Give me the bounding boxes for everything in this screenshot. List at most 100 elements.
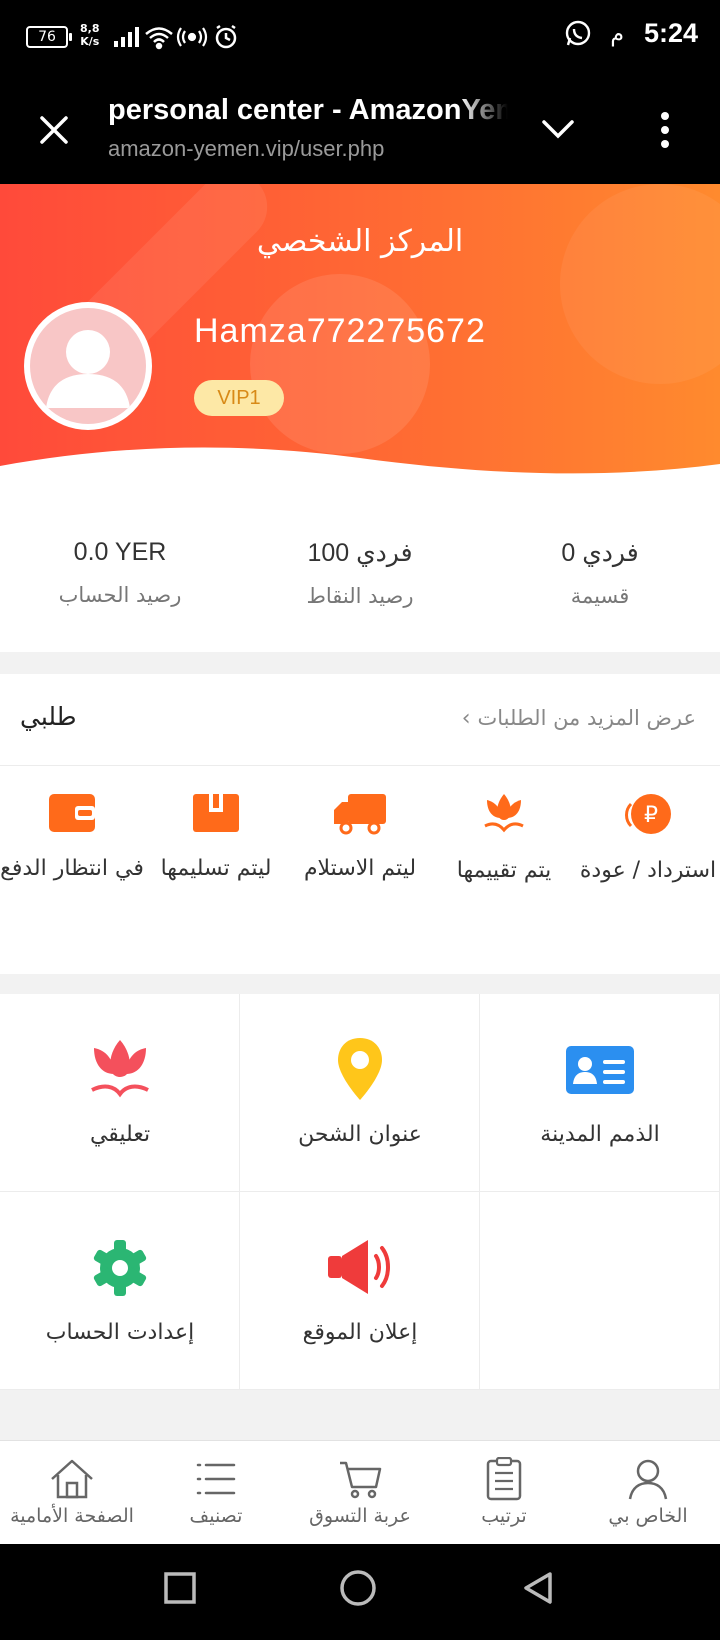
nav-label: ترتيب [481,1505,527,1527]
vip-badge: VIP1 [194,380,284,416]
feature-label: تعليقي [89,1122,151,1147]
avatar[interactable] [24,302,152,430]
nav-orders[interactable]: ترتيب [432,1441,576,1544]
feature-label: إعلان الموقع [302,1320,418,1345]
net-speed-value: 8,8 [80,22,100,35]
id-card-icon [566,1046,634,1094]
profile-header: المركز الشخصي Hamza772275672 VIP1 [0,184,720,504]
clipboard-icon [486,1457,522,1501]
user-icon [628,1459,668,1500]
truck-icon [334,794,386,835]
order-to-review[interactable]: يتم تقييمها [432,790,576,890]
account-stats: 0.0 YER رصيد الحساب فردي 100 رصيد النقاط… [0,504,720,652]
orders-title: طلبي [20,702,77,731]
box-icon [193,794,239,832]
clock: 5:24 [643,18,698,48]
order-refund-return[interactable]: ₽ استرداد / عودة [576,790,720,890]
status-bar: 76 8,8 K/s م 5:24 [0,0,720,74]
nav-category[interactable]: تصنيف [144,1441,288,1544]
nav-home[interactable]: الصفحة الأمامية [0,1441,144,1544]
user-silhouette-icon [46,330,130,408]
my-orders-section: طلبي ‹ عرض المزيد من الطلبات في انتظار ا… [0,674,720,974]
net-speed-unit: K/s [80,35,100,48]
location-pin-icon [338,1038,382,1100]
nav-label: تصنيف [189,1505,243,1527]
list-icon [196,1463,236,1495]
stat-value: فردي 0 [561,539,639,567]
order-status-label: ليتم الاستلام [303,856,417,881]
refund-icon: ₽ [625,794,671,834]
alarm-icon [215,24,237,49]
page-tab-title: personal center - AmazonYemen [108,94,508,126]
order-status-label: استرداد / عودة [579,858,717,883]
wallet-icon [49,794,95,832]
stat-value: 0.0 YER [73,538,167,566]
order-pending-payment[interactable]: في انتظار الدفع [0,790,144,888]
shipping-address-item[interactable]: عنوان الشحن [240,994,480,1192]
stat-label: رصيد الحساب [58,583,182,607]
stat-account-balance[interactable]: 0.0 YER رصيد الحساب [0,504,240,652]
page: 76 8,8 K/s م 5:24 personal center - Amaz… [0,0,720,1640]
battery-level: 76 [38,29,56,45]
order-to-receive[interactable]: ليتم الاستلام [288,790,432,888]
empty-cell [480,1192,720,1390]
feature-label: الذمم المدينة [540,1122,660,1147]
more-options-icon[interactable] [650,110,680,150]
back-icon[interactable] [520,1570,560,1610]
whatsapp-icon [565,20,591,46]
stat-value: فردي 100 [307,539,413,567]
header-decoration [560,184,720,384]
home-icon [51,1459,93,1499]
megaphone-icon [328,1240,390,1294]
header-wave [0,447,720,504]
chevron-left-icon: ‹ [461,706,478,731]
stat-coupons[interactable]: فردي 0 قسيمة [480,504,720,652]
battery-icon: 76 [26,26,72,48]
net-speed: 8,8 K/s [80,22,100,48]
order-to-ship[interactable]: ليتم تسليمها [144,790,288,888]
view-more-orders-link[interactable]: ‹ عرض المزيد من الطلبات [462,706,696,731]
site-announcement-item[interactable]: إعلان الموقع [240,1192,480,1390]
home-button-icon[interactable] [338,1570,378,1610]
browser-toolbar: personal center - AmazonYemen amazon-yem… [0,74,720,184]
username: Hamza772275672 [194,312,486,350]
hotspot-icon [176,27,208,47]
orders-header: طلبي ‹ عرض المزيد من الطلبات [0,674,720,766]
stat-points-balance[interactable]: فردي 100 رصيد النقاط [240,504,480,652]
system-nav-bar [0,1544,720,1640]
wifi-icon [145,27,173,50]
ampm-label: م [610,22,624,47]
view-more-orders-label: عرض المزيد من الطلبات [477,706,696,730]
header-decoration [250,274,430,454]
gear-icon [93,1240,147,1296]
chevron-down-icon[interactable] [540,114,576,144]
order-status-row: في انتظار الدفع ليتم تسليمها ليتم الاستل… [0,766,720,972]
close-icon[interactable] [34,110,74,150]
svg-text:₽: ₽ [644,803,658,828]
features-grid: تعليقي عنوان الشحن الذمم المدينة إعدادت … [0,994,720,1390]
flower-icon [91,1040,149,1098]
receivables-item[interactable]: الذمم المدينة [480,994,720,1192]
stat-label: رصيد النقاط [306,584,414,608]
cart-icon [340,1461,382,1499]
flower-icon [484,794,524,833]
order-status-label: يتم تقييمها [456,858,552,883]
recent-apps-icon[interactable] [162,1570,198,1606]
feature-label: إعدادت الحساب [45,1320,195,1345]
stat-label: قسيمة [570,584,630,608]
nav-profile[interactable]: الخاص بي [576,1441,720,1544]
page-title: المركز الشخصي [256,224,464,259]
url-display[interactable]: amazon-yemen.vip/user.php [108,136,384,162]
order-status-label: ليتم تسليمها [160,856,272,881]
nav-cart[interactable]: عربة التسوق [288,1441,432,1544]
signal-icons [114,24,237,50]
bottom-nav: الصفحة الأمامية تصنيف عربة التسوق ترتيب … [0,1440,720,1544]
account-settings-item[interactable]: إعدادت الحساب [0,1192,240,1390]
nav-label: الصفحة الأمامية [10,1505,134,1527]
order-status-label: في انتظار الدفع [0,856,144,881]
my-comments-item[interactable]: تعليقي [0,994,240,1192]
cell-signal-icon [114,27,139,47]
nav-label: عربة التسوق [309,1505,411,1527]
feature-label: عنوان الشحن [298,1122,422,1147]
nav-label: الخاص بي [608,1505,688,1527]
